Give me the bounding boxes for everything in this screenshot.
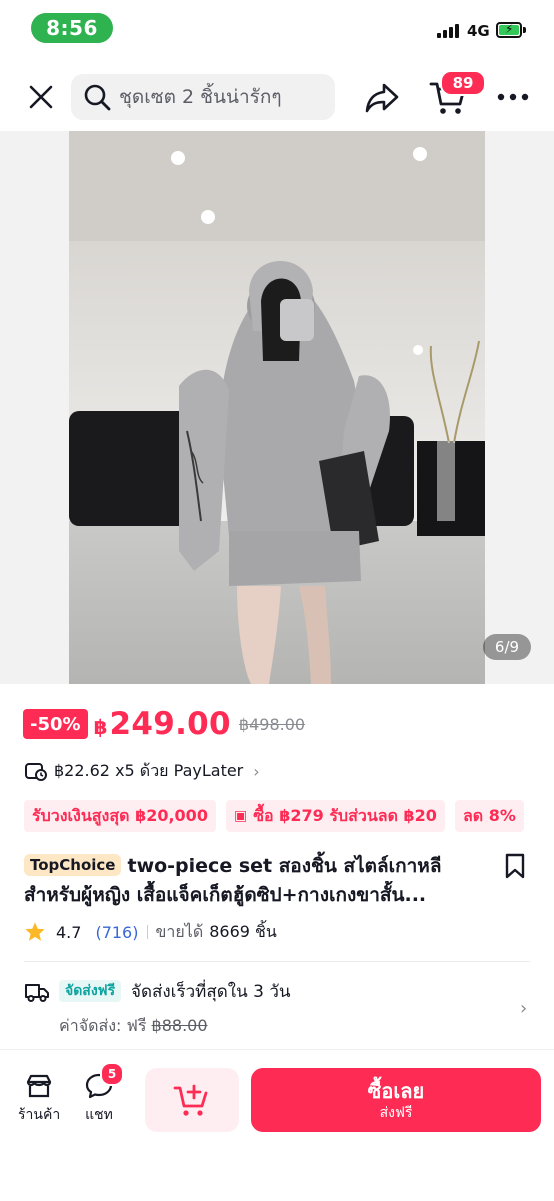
review-count[interactable]: (716) — [95, 923, 138, 942]
promo-spend-discount[interactable]: ▣ ซื้อ ฿279 รับส่วนลด ฿20 — [225, 800, 445, 832]
add-to-cart-icon — [173, 1084, 208, 1116]
currency-symbol: ฿ — [93, 715, 108, 739]
chevron-right-icon: › — [253, 761, 260, 781]
promo-percent-off[interactable]: ลด 8% — [454, 800, 524, 832]
sold-value: 8669 ชิ้น — [209, 921, 277, 941]
title-line-1: two-piece set สองชิ้น สไตล์เกาหลี — [127, 855, 442, 877]
divider — [147, 925, 149, 939]
bookmark-icon[interactable] — [504, 853, 526, 883]
promo-label: ลด 8% — [462, 805, 516, 825]
battery-icon: ⚡ — [496, 22, 522, 38]
title-line-2: สำหรับผู้หญิง เสื้อแจ็คเก็ตฮู้ดซิป+กางเก… — [24, 884, 427, 906]
price-row: -50% ฿ 249.00 ฿498.00 — [23, 706, 305, 742]
share-icon[interactable] — [362, 78, 402, 118]
battery-tip — [523, 27, 526, 33]
image-counter: 6/9 — [483, 634, 531, 660]
sale-price: ฿ 249.00 — [94, 706, 231, 742]
buy-now-button[interactable]: ซื้อเลย ส่งฟรี — [251, 1068, 541, 1132]
search-query: ชุดเซต 2 ชิ้นน่ารักๆ — [119, 86, 282, 108]
shop-button[interactable]: ร้านค้า — [18, 1072, 60, 1126]
chat-badge: 5 — [100, 1062, 124, 1086]
shop-icon — [26, 1074, 52, 1098]
truck-icon — [25, 984, 49, 1002]
shipping-fee-original: ฿88.00 — [151, 1016, 208, 1035]
cart-count-badge: 89 — [440, 70, 486, 96]
shipping-speed: จัดส่งเร็วที่สุดใน 3 วัน — [131, 982, 291, 1002]
paylater-row[interactable]: ฿22.62 x5 ด้วย PayLater › — [24, 758, 260, 784]
product-title: TopChoice two-piece set สองชิ้น สไตล์เกาห… — [24, 852, 484, 910]
chat-label: แชท — [85, 1107, 113, 1123]
product-photo[interactable] — [69, 131, 485, 684]
promo-strip[interactable]: รับวงเงินสูงสุด ฿20,000 ▣ ซื้อ ฿279 รับส… — [24, 800, 554, 832]
topchoice-badge: TopChoice — [24, 854, 122, 876]
promo-label: รับวงเงินสูงสุด ฿20,000 — [32, 805, 208, 825]
rating-row[interactable]: 4.7 (716) ขายได้ 8669 ชิ้น — [24, 918, 277, 946]
status-time: 8:56 — [31, 13, 113, 43]
chat-button[interactable]: 5 แชท — [84, 1062, 124, 1126]
section-divider — [24, 961, 530, 962]
search-input[interactable]: ชุดเซต 2 ชิ้นน่ารักๆ — [71, 74, 335, 120]
search-icon — [84, 84, 111, 111]
paylater-text: ฿22.62 x5 ด้วย PayLater — [54, 760, 244, 780]
promo-credit-limit[interactable]: รับวงเงินสูงสุด ฿20,000 — [24, 800, 216, 832]
more-icon[interactable] — [494, 84, 532, 110]
paylater-icon — [25, 763, 47, 781]
shipping-fee-label: ค่าจัดส่ง: ฟรี — [59, 1016, 147, 1035]
sold-label: ขายได้ — [155, 921, 204, 941]
network-type: 4G — [467, 22, 490, 40]
shop-label: ร้านค้า — [18, 1107, 61, 1123]
free-shipping-tag: จัดส่งฟรี — [59, 980, 122, 1002]
shipping-fee: ค่าจัดส่ง: ฟรี ฿88.00 — [59, 1014, 208, 1039]
ticket-icon: ▣ — [233, 808, 248, 824]
discount-badge: -50% — [23, 709, 88, 739]
product-gallery[interactable]: 6/9 — [0, 131, 554, 684]
price-amount: 249.00 — [109, 706, 231, 742]
chevron-right-icon: › — [520, 998, 528, 1019]
star-icon — [25, 922, 45, 941]
buy-now-label: ซื้อเลย — [367, 1079, 425, 1103]
original-price: ฿498.00 — [238, 714, 306, 734]
rating-score: 4.7 — [56, 922, 82, 942]
close-icon[interactable] — [24, 80, 58, 114]
buy-now-sublabel: ส่งฟรี — [379, 1105, 413, 1121]
status-bar: 8:56 4G ⚡ — [0, 0, 554, 60]
add-to-cart-button[interactable] — [145, 1068, 239, 1132]
signal-icon — [437, 24, 459, 38]
bottom-action-bar: ร้านค้า 5 แชท ซื้อเลย ส่งฟรี — [0, 1049, 554, 1201]
promo-label: ซื้อ ฿279 รับส่วนลด ฿20 — [253, 805, 437, 825]
shipping-row[interactable]: จัดส่งฟรี จัดส่งเร็วที่สุดใน 3 วัน ค่าจั… — [24, 976, 530, 1042]
top-bar: ชุดเซต 2 ชิ้นน่ารักๆ 89 — [0, 60, 554, 132]
